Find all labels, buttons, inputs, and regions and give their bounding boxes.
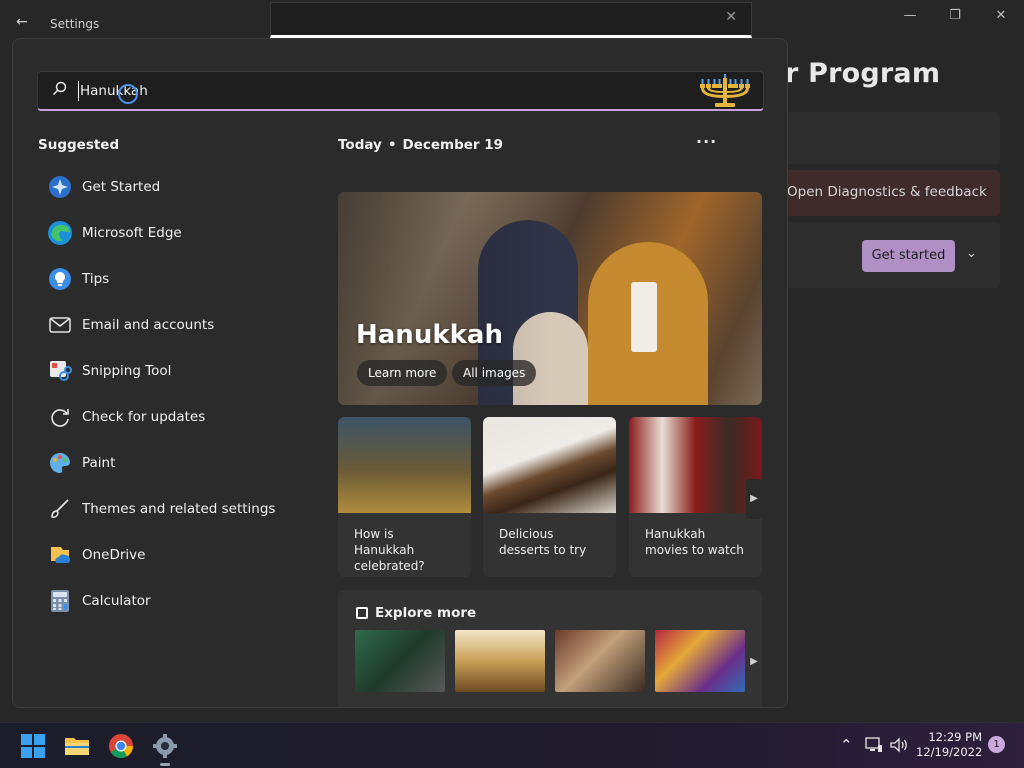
system-clock[interactable]: 12:29 PM 12/19/2022	[916, 730, 982, 760]
tips-icon	[47, 266, 73, 292]
chevron-up-icon[interactable]: ⌃	[840, 736, 853, 754]
story-image	[629, 417, 762, 513]
suggested-item-label: Email and accounts	[82, 317, 215, 333]
active-app-indicator	[160, 763, 170, 766]
story-cards: How is Hanukkah celebrated? Delicious de…	[338, 417, 762, 577]
volume-icon[interactable]	[889, 737, 909, 753]
page-heading: r Program	[785, 58, 941, 89]
settings-gear-icon[interactable]	[151, 732, 179, 760]
maximize-icon[interactable]: ❐	[940, 8, 970, 23]
today-header: Today • December 19	[338, 137, 503, 153]
chrome-icon[interactable]	[107, 732, 135, 760]
email-icon	[47, 312, 73, 338]
taskbar: ⌃ 12:29 PM 12/19/2022 1	[0, 722, 1024, 768]
explore-title: Explore more	[375, 605, 477, 621]
explore-icon	[356, 607, 368, 619]
more-options-icon[interactable]: ···	[696, 132, 717, 151]
suggested-item-get-started[interactable]: Get Started	[38, 164, 298, 210]
clock-time: 12:29 PM	[928, 730, 982, 744]
suggested-item-label: Paint	[82, 455, 116, 471]
window-title: Settings	[50, 17, 100, 31]
text-caret	[78, 81, 79, 101]
story-card[interactable]: Delicious desserts to try	[483, 417, 616, 577]
close-icon[interactable]: ✕	[986, 8, 1016, 23]
explore-thumbnail[interactable]	[655, 630, 745, 692]
snipping-tool-icon	[47, 358, 73, 384]
popup-strip: ✕	[270, 2, 752, 38]
diagnostics-link[interactable]: Open Diagnostics & feedback	[780, 170, 1000, 216]
separator-dot: •	[387, 137, 397, 153]
chevron-down-icon[interactable]: ⌄	[966, 246, 977, 261]
suggested-item-snipping-tool[interactable]: Snipping Tool	[38, 348, 298, 394]
settings-card	[780, 112, 1000, 164]
network-icon[interactable]	[865, 737, 883, 753]
suggested-item-label: Check for updates	[82, 409, 206, 425]
explore-more-section: Explore more ▶	[338, 590, 762, 707]
suggested-item-onedrive[interactable]: OneDrive	[38, 532, 298, 578]
story-image	[338, 417, 471, 513]
start-button-icon[interactable]	[19, 732, 47, 760]
file-explorer-icon[interactable]	[63, 732, 91, 760]
explore-thumbnail[interactable]	[455, 630, 545, 692]
close-icon[interactable]: ✕	[725, 9, 737, 25]
edge-icon	[47, 220, 73, 246]
calculator-icon	[47, 588, 73, 614]
suggested-item-tips[interactable]: Tips	[38, 256, 298, 302]
learn-more-button[interactable]: Learn more	[357, 360, 448, 386]
get-started-button[interactable]: Get started	[862, 240, 955, 272]
suggested-item-label: OneDrive	[82, 547, 146, 563]
suggested-item-label: Microsoft Edge	[82, 225, 182, 241]
story-card[interactable]: Hanukkah movies to watch	[629, 417, 762, 577]
story-card[interactable]: How is Hanukkah celebrated?	[338, 417, 471, 577]
next-arrow-icon[interactable]: ▶	[746, 479, 762, 519]
suggested-list: Get Started Microsoft Edge Tips Email an…	[38, 164, 298, 624]
suggested-item-label: Tips	[82, 271, 110, 287]
search-icon	[52, 81, 68, 101]
today-label: Today	[338, 137, 382, 153]
suggested-item-label: Themes and related settings	[82, 501, 276, 517]
suggested-item-label: Get Started	[82, 179, 161, 195]
explore-thumbnail[interactable]	[355, 630, 445, 692]
suggested-item-paint[interactable]: Paint	[38, 440, 298, 486]
suggested-item-microsoft-edge[interactable]: Microsoft Edge	[38, 210, 298, 256]
suggested-item-calculator[interactable]: Calculator	[38, 578, 298, 624]
menorah-icon	[700, 74, 750, 107]
suggested-item-label: Calculator	[82, 593, 151, 609]
get-started-icon	[47, 174, 73, 200]
explore-thumbnail[interactable]	[555, 630, 645, 692]
next-arrow-icon[interactable]: ▶	[746, 642, 762, 682]
hero-title: Hanukkah	[356, 320, 503, 350]
mouse-cursor-icon	[118, 84, 138, 104]
suggested-heading: Suggested	[38, 137, 120, 153]
all-images-button[interactable]: All images	[452, 360, 537, 386]
hero-card[interactable]: Hanukkah Learn more All images	[338, 192, 762, 405]
update-icon	[47, 404, 73, 430]
story-image	[483, 417, 616, 513]
search-panel: Hanukkah Suggested Get Started Microsoft…	[12, 38, 788, 708]
story-title: Delicious desserts to try	[499, 527, 587, 557]
search-box[interactable]: Hanukkah	[37, 71, 764, 111]
notification-badge[interactable]: 1	[988, 736, 1005, 753]
brush-icon	[47, 496, 73, 522]
paint-icon	[47, 450, 73, 476]
minimize-icon[interactable]: —	[895, 8, 925, 23]
story-title: Hanukkah movies to watch	[645, 527, 744, 557]
story-title: How is Hanukkah celebrated?	[354, 527, 425, 573]
today-date: December 19	[402, 137, 504, 153]
back-arrow-icon[interactable]: ←	[16, 14, 28, 30]
suggested-item-email-accounts[interactable]: Email and accounts	[38, 302, 298, 348]
suggested-item-themes[interactable]: Themes and related settings	[38, 486, 298, 532]
suggested-item-label: Snipping Tool	[82, 363, 172, 379]
suggested-item-check-for-updates[interactable]: Check for updates	[38, 394, 298, 440]
onedrive-icon	[47, 542, 73, 568]
clock-date: 12/19/2022	[916, 745, 983, 759]
